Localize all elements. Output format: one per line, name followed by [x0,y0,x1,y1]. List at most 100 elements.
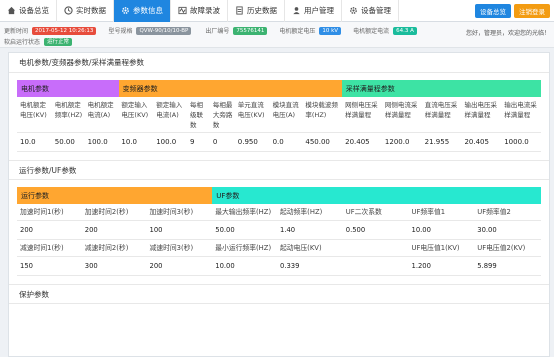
param-label: 模块直流电压(A) [272,101,299,119]
logout-button[interactable]: 注销登录 [514,4,550,18]
param-value: 9 [190,138,195,146]
motor-params-table: 电机参数 变频器参数 采样满量程参数 电机额定电压(KV) 电机额定频率(HZ) 电… [17,80,541,152]
update-time-badge: 2017-05-12 10:26:13 [32,26,97,35]
home-icon [7,6,16,15]
param-label: 额定输入电流(A) [156,101,183,119]
serial-badge: 75576141 [233,26,268,35]
param-label: 最大输出频率(HZ) [215,208,272,216]
param-label: 单元直流电压(KV) [237,101,265,119]
param-value: 0.0 [272,138,284,146]
tab-label: 实时数据 [76,6,106,15]
param-value: 150 [20,262,33,270]
param-label: 每相最大旁路数 [212,101,233,129]
param-value: 10.0 [121,138,138,146]
tab-user-management[interactable]: 用户管理 [285,0,342,22]
param-value: 300 [84,262,98,270]
tab-label: 设备总览 [19,6,49,15]
param-label: UF频率值1 [411,208,446,216]
param-label: 起动频率(HZ) [280,208,323,216]
param-value: 1.200 [411,262,431,270]
param-label: 输出电压采样满量程 [464,101,497,119]
group-header-motor: 电机参数 [17,80,119,97]
rated-current-badge: 64.3 A [393,26,417,35]
section-title-motor: 电机参数/变频器参数/采样满量程参数 [9,53,549,73]
section-title-protection: 保护参数 [9,284,549,304]
param-value: 5.899 [477,262,497,270]
rated-current-label: 电机额定电流 [353,28,390,35]
top-navbar: 设备总览 实时数据 参数信息 故障录波 历史数据 用户管理 设备管理 设备总览 … [0,0,554,22]
tab-history[interactable]: 历史数据 [228,0,285,22]
param-label: 网侧电压采样满量程 [345,101,378,119]
tab-label: 历史数据 [247,6,277,15]
param-label: 电机额定电压(KV) [20,101,47,119]
run-status-badge: 运行正常 [44,37,73,46]
param-value: 10.00 [411,226,431,234]
model-label: 型号规格 [108,28,133,35]
group-header-run: 运行参数 [17,187,213,204]
param-label: 每相级联数 [190,101,204,129]
param-value: 10.00 [215,262,235,270]
tab-realtime[interactable]: 实时数据 [57,0,114,22]
param-value: 1.40 [280,226,296,234]
param-value: 0.339 [280,262,300,270]
param-value: 50.00 [54,138,75,146]
user-icon [292,6,301,15]
run-status-label: 软启运行状态 [4,39,41,46]
group-header-inverter: 变频器参数 [118,80,342,97]
param-label: 网侧电流采样满量程 [384,101,418,119]
gear-icon [349,6,358,15]
param-label: UF电压值2(KV) [477,244,526,252]
parameter-panel: 电机参数/变频器参数/采样满量程参数 电机参数 变频器参数 采样满量程参数 电机… [8,52,550,357]
param-value: 21.955 [424,138,450,146]
param-value: 200 [149,262,163,270]
run-params-table: 运行参数 UF参数 加速时间1(秒) 加速时间2(秒) 加速时间3(秒) 最大输出频率… [17,187,541,276]
param-value: 1200.0 [384,138,410,146]
document-icon [235,6,244,15]
param-value: 0 [212,138,218,146]
param-value: 100 [149,226,163,234]
tab-parameters[interactable]: 参数信息 [114,0,171,22]
tab-device-management[interactable]: 设备管理 [342,0,399,22]
param-value: 20.405 [464,138,489,146]
param-label: 最小运行频率(HZ) [215,244,272,252]
tab-fault-recording[interactable]: 故障录波 [171,0,228,22]
param-value: 100.0 [87,138,108,146]
param-value: 100.0 [156,138,177,146]
param-label [343,240,409,256]
wave-icon [178,6,187,15]
rated-voltage-badge: 10 kV [319,26,342,35]
param-value: 200 [20,226,33,234]
tab-label: 用户管理 [304,6,334,15]
param-label: 减速时间1(秒) [20,244,64,252]
update-time-label: 更新时间 [4,28,29,35]
param-value: 20.405 [345,138,370,146]
param-value [343,257,409,275]
param-label: 输出电流采样满量程 [504,101,537,119]
param-label: UF二次系数 [345,208,382,216]
param-value: 50.00 [215,226,235,234]
tab-label: 参数信息 [133,6,163,15]
param-label: 电机额定电流(A) [87,101,114,119]
welcome-text: 您好，管理员，欢迎您的光临！ [465,30,550,37]
param-label: 加速时间3(秒) [149,208,194,216]
serial-label: 出厂编号 [205,28,230,35]
param-label: 加速时间2(秒) [84,208,129,216]
param-value: 30.00 [477,226,497,234]
param-label: 加速时间1(秒) [20,208,64,216]
group-header-uf: UF参数 [212,187,541,204]
param-label: 额定输入电压(KV) [121,101,149,119]
param-label: 模块载波频率(HZ) [305,101,338,119]
overview-button[interactable]: 设备总览 [475,4,511,18]
param-label: UF电压值1(KV) [411,244,460,252]
section-title-run: 运行参数/UF参数 [9,160,549,180]
status-bar: 更新时间 2017-05-12 10:26:13 型号规格 QVW-90/10/… [0,22,554,48]
param-label: 起动电压(KV) [280,244,322,252]
param-value: 0.950 [237,138,258,146]
param-label: 减速时间2(秒) [84,244,129,252]
group-header-sampling: 采样满量程参数 [341,80,541,97]
param-value: 1000.0 [504,138,529,146]
param-label: 减速时间3(秒) [149,244,194,252]
tab-overview[interactable]: 设备总览 [0,0,57,22]
rated-voltage-label: 电机额定电压 [279,28,316,35]
param-value: 10.0 [20,138,36,146]
